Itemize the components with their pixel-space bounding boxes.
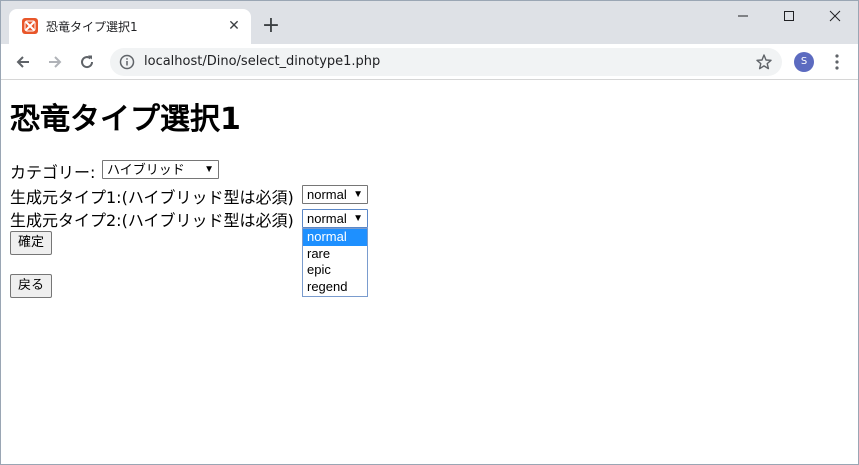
address-bar[interactable]: localhost/Dino/select_dinotype1.php (110, 48, 782, 76)
xampp-favicon-icon (22, 18, 38, 34)
browser-window: 恐竜タイプ選択1 ✕ + localhost/Dino/select_dinot… (0, 0, 859, 465)
tab-strip: 恐竜タイプ選択1 ✕ + (1, 1, 858, 44)
category-label: カテゴリー: (10, 163, 96, 182)
maximize-button[interactable] (766, 1, 812, 31)
chevron-down-icon: ▼ (353, 213, 363, 224)
back-arrow-icon (16, 56, 29, 68)
source-type2-value: normal (307, 211, 347, 226)
back-page-button[interactable]: 戻る (10, 274, 53, 298)
source-type2-dropdown: normal rare epic regend (302, 228, 368, 297)
dropdown-option[interactable]: epic (303, 262, 367, 279)
star-icon[interactable] (755, 53, 773, 71)
category-select[interactable]: ハイブリッド ▼ (102, 160, 219, 179)
source-type2-label: 生成元タイプ2:(ハイブリッド型は必須) (10, 211, 294, 230)
confirm-button[interactable]: 確定 (10, 231, 53, 255)
browser-toolbar: localhost/Dino/select_dinotype1.php S (1, 44, 858, 80)
tab-title: 恐竜タイプ選択1 (46, 20, 138, 34)
minimize-icon (738, 15, 748, 17)
kebab-menu-icon[interactable] (829, 53, 845, 71)
source-type2-select[interactable]: normal ▼ (302, 209, 368, 228)
dropdown-option[interactable]: regend (303, 279, 367, 296)
dropdown-option[interactable]: rare (303, 246, 367, 263)
info-icon[interactable] (119, 54, 135, 70)
close-window-button[interactable] (812, 1, 858, 31)
tab-close-icon[interactable]: ✕ (226, 18, 242, 34)
category-select-value: ハイブリッド (107, 162, 185, 177)
source-type1-value: normal (307, 187, 347, 202)
chevron-down-icon: ▼ (204, 164, 214, 175)
source-type1-select[interactable]: normal ▼ (302, 185, 368, 204)
close-icon (829, 10, 841, 22)
back-button[interactable] (10, 49, 36, 75)
dropdown-option[interactable]: normal (303, 229, 367, 246)
reload-icon (81, 55, 94, 69)
chevron-down-icon: ▼ (353, 189, 363, 200)
page-title: 恐竜タイプ選択1 (10, 102, 241, 137)
source-type1-label: 生成元タイプ1:(ハイブリッド型は必須) (10, 188, 294, 207)
forward-arrow-icon (49, 56, 62, 68)
browser-tab[interactable]: 恐竜タイプ選択1 ✕ (9, 9, 251, 44)
reload-button[interactable] (74, 49, 100, 75)
minimize-button[interactable] (720, 1, 766, 31)
new-tab-button[interactable]: + (259, 15, 283, 39)
profile-avatar[interactable]: S (794, 52, 814, 72)
url-text[interactable]: localhost/Dino/select_dinotype1.php (144, 54, 380, 69)
page-content: 恐竜タイプ選択1 カテゴリー: ハイブリッド ▼ 生成元タイプ1:(ハイブリッド… (10, 81, 850, 461)
forward-button[interactable] (42, 49, 68, 75)
maximize-icon (784, 11, 794, 21)
